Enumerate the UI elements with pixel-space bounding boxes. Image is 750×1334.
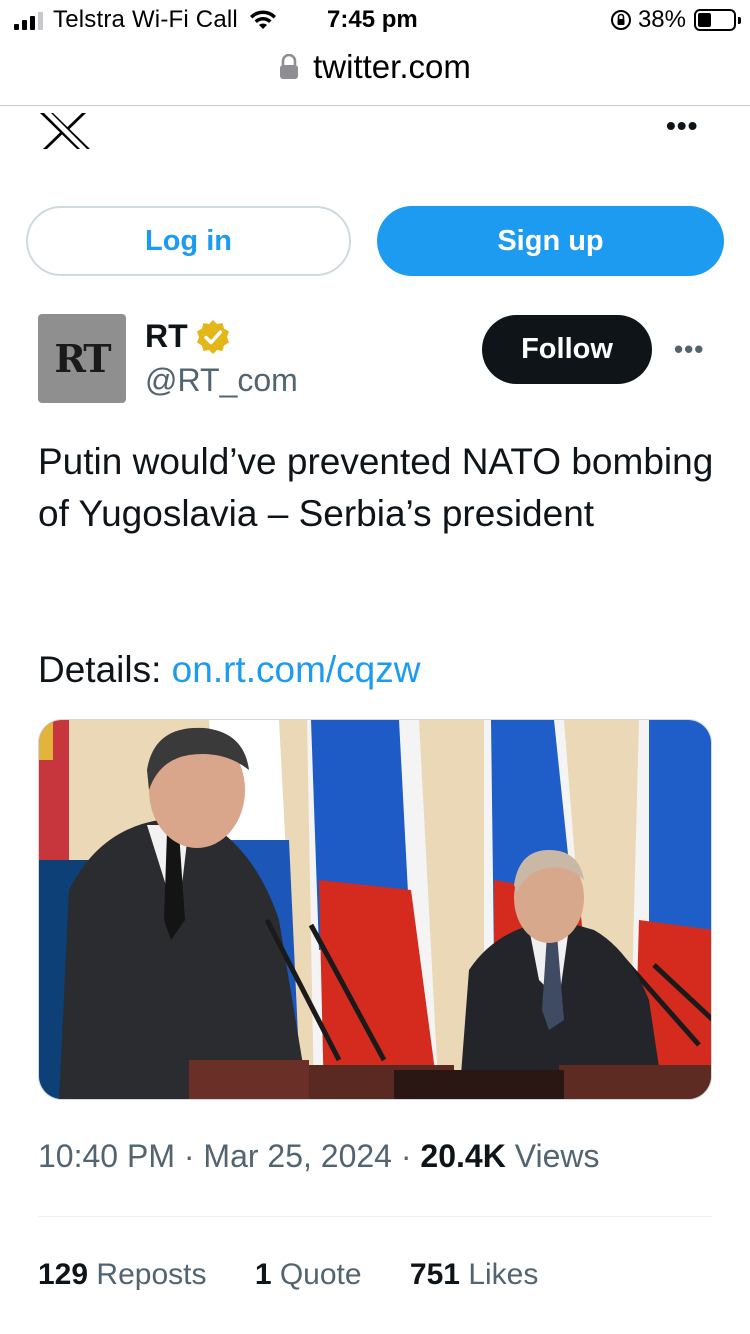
login-button[interactable]: Log in	[26, 206, 351, 276]
author-name[interactable]: RT	[145, 318, 188, 355]
signup-button[interactable]: Sign up	[377, 206, 724, 276]
details-label: Details:	[38, 649, 162, 690]
tweet-meta: 10:40 PM · Mar 25, 2024 · 20.4K Views	[38, 1138, 599, 1175]
status-left: Telstra Wi-Fi Call	[14, 6, 278, 34]
status-time: 7:45 pm	[327, 6, 418, 33]
tweet-media-image[interactable]	[38, 719, 712, 1100]
tweet-time[interactable]: 10:40 PM	[38, 1138, 175, 1174]
likes-count: 751	[409, 1258, 460, 1291]
page: Telstra Wi-Fi Call 7:45 pm 38% twitter.c…	[0, 0, 750, 1334]
views-count: 20.4K	[420, 1138, 506, 1174]
orientation-lock-icon	[610, 10, 631, 30]
toolbar-divider	[0, 105, 750, 106]
padlock-icon	[280, 54, 299, 79]
quotes-label: Quote	[279, 1258, 362, 1291]
quotes-count: 1	[254, 1258, 272, 1291]
status-bar: Telstra Wi-Fi Call 7:45 pm 38%	[0, 0, 750, 40]
tweet-date[interactable]: Mar 25, 2024	[203, 1138, 392, 1174]
reposts-count: 129	[38, 1258, 89, 1291]
reposts-label: Reposts	[96, 1258, 207, 1291]
battery-percent: 38%	[637, 6, 686, 33]
tweet-text: Putin would’ve prevented NATO bombing of…	[38, 441, 714, 534]
press-conference-photo	[39, 720, 711, 1099]
likes-stat[interactable]: 751 Likes	[410, 1258, 538, 1292]
views-label: Views	[514, 1138, 600, 1174]
verified-badge-icon	[197, 320, 229, 354]
tweet-details: Details: on.rt.com/cqzw	[38, 644, 420, 696]
likes-label: Likes	[468, 1258, 539, 1291]
wifi-icon	[249, 10, 276, 29]
tweet-stats: 129 Reposts 1 Quote 751 Likes	[38, 1258, 578, 1292]
status-right: 38%	[610, 6, 741, 34]
battery-icon	[694, 9, 741, 31]
avatar-logo-text: RT	[54, 336, 111, 381]
quotes-stat[interactable]: 1 Quote	[255, 1258, 362, 1292]
meta-separator: ·	[400, 1138, 412, 1174]
carrier-name: Telstra Wi-Fi Call	[53, 6, 238, 33]
reposts-stat[interactable]: 129 Reposts	[38, 1258, 206, 1292]
address-bar[interactable]: twitter.com	[0, 44, 750, 90]
meta-separator: ·	[183, 1138, 195, 1174]
tweet-more-icon[interactable]: •••	[674, 336, 704, 362]
details-link[interactable]: on.rt.com/cqzw	[172, 649, 421, 690]
x-logo-icon[interactable]	[38, 112, 92, 150]
cellular-signal-icon	[14, 10, 43, 30]
more-horizontal-icon[interactable]: •••	[666, 112, 698, 140]
author-handle[interactable]: @RT_com	[145, 362, 298, 399]
avatar[interactable]: RT	[38, 314, 126, 403]
divider	[38, 1216, 712, 1217]
url-text: twitter.com	[313, 48, 471, 85]
follow-button[interactable]: Follow	[482, 315, 652, 384]
